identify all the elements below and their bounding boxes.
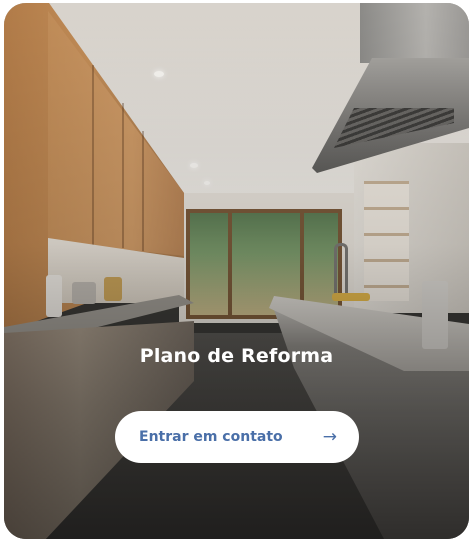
card-title: Plano de Reforma [139, 345, 334, 367]
arrow-right-icon: → [322, 426, 337, 447]
contact-button[interactable]: Entrar em contato → [115, 411, 359, 463]
contact-button-label: Entrar em contato [139, 429, 283, 445]
service-card[interactable]: Plano de Reforma Entrar em contato → [4, 3, 469, 539]
